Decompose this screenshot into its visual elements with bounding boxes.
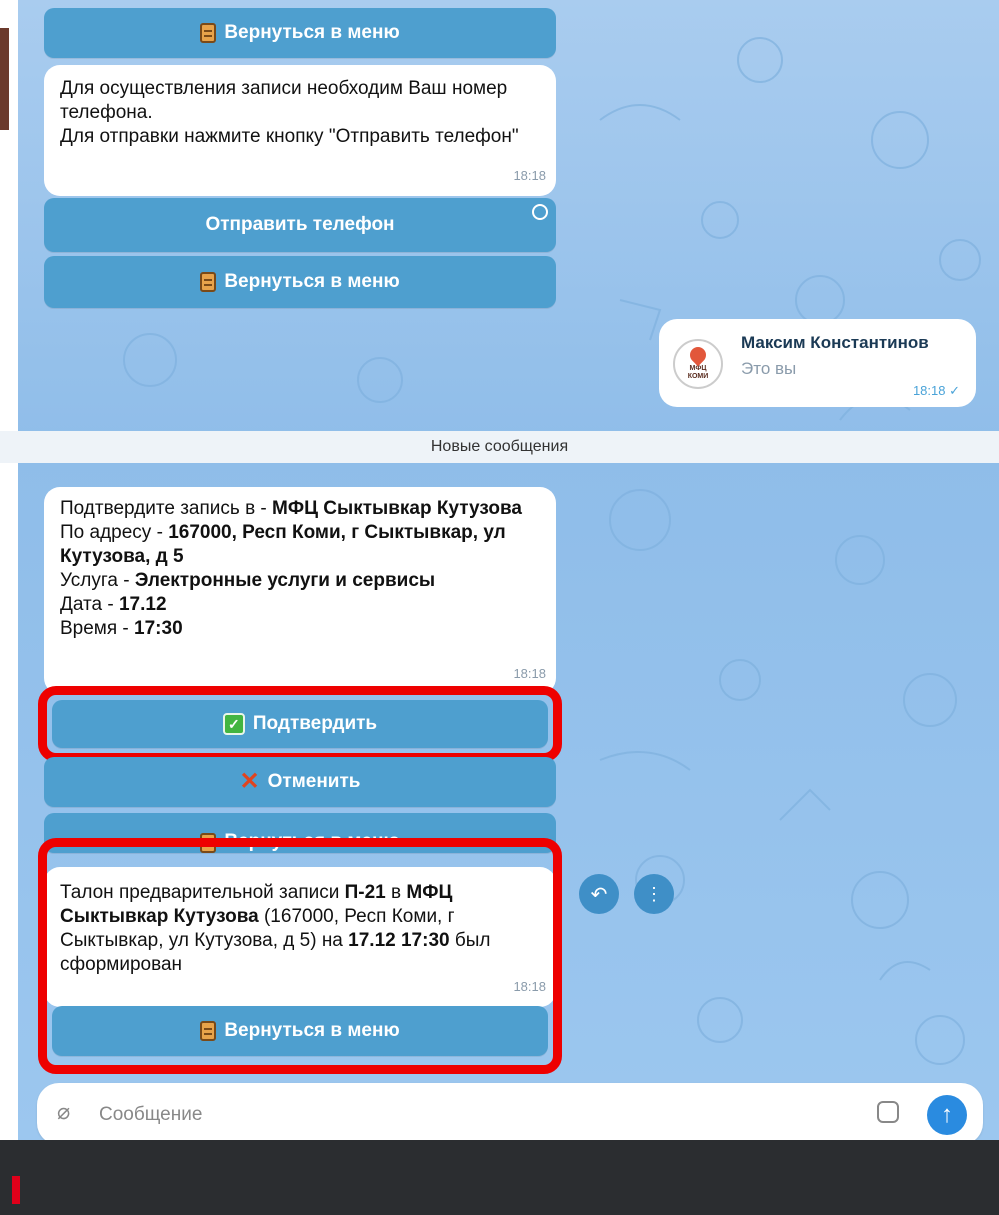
left-edge: [0, 0, 18, 1140]
message-input[interactable]: [97, 1097, 861, 1133]
taskbar: [0, 1140, 999, 1215]
shared-contact-message[interactable]: МФЦ КОМИ Максим Константинов Это вы 18:1…: [659, 319, 976, 407]
message-text: Для осуществления записи необходим Ваш н…: [60, 78, 519, 147]
cancel-button[interactable]: ✕ Отменить: [44, 757, 556, 807]
send-phone-button[interactable]: Отправить телефон: [44, 198, 556, 252]
highlight-frame-ticket: [38, 838, 562, 1074]
service-name: Электронные услуги и сервисы: [134, 570, 436, 591]
contact-name: Максим Константинов: [741, 333, 929, 352]
left-edge-marker: [0, 28, 9, 130]
chat-area: Вернуться в меню Для осуществления запис…: [0, 0, 999, 1140]
appointment-date: 17.12: [118, 594, 167, 615]
scroll-icon: [200, 23, 217, 43]
highlight-frame-confirm: [38, 686, 562, 762]
arrow-up-icon: ↑: [941, 1101, 953, 1128]
appointment-time: 17:30: [134, 618, 183, 639]
taskbar-marker: [12, 1176, 20, 1204]
contact-subtitle: Это вы: [741, 359, 797, 378]
contact-request-icon: [532, 204, 548, 220]
reply-icon: ↶: [590, 883, 608, 906]
scroll-icon: [200, 272, 217, 292]
office-name: МФЦ Сыктывкар Кутузова: [272, 498, 522, 519]
confirm-message: Подтвердите запись в - МФЦ Сыктывкар Кут…: [44, 487, 556, 694]
back-to-menu-button-top[interactable]: Вернуться в меню: [44, 8, 556, 58]
phone-request-message: Для осуществления записи необходим Ваш н…: [44, 65, 556, 196]
reply-button[interactable]: ↶: [579, 874, 619, 914]
message-time: 18:18: [513, 168, 546, 183]
back-to-menu-button[interactable]: Вернуться в меню: [44, 256, 556, 308]
location-pin-icon: [686, 343, 710, 367]
message-composer: ⌀ ↑: [37, 1083, 983, 1145]
avatar-label: МФЦ КОМИ: [687, 365, 709, 380]
send-button[interactable]: ↑: [927, 1095, 967, 1135]
more-options-button[interactable]: ⋮: [634, 874, 674, 914]
message-time: 18:18 ✓: [912, 383, 960, 398]
new-messages-divider: Новые сообщения: [0, 431, 999, 463]
message-time: 18:18: [513, 666, 546, 681]
cross-icon: ✕: [239, 768, 260, 795]
avatar: МФЦ КОМИ: [673, 339, 723, 389]
paperclip-icon[interactable]: ⌀: [57, 1099, 70, 1125]
sticker-icon[interactable]: [877, 1101, 899, 1123]
more-vertical-icon: ⋮: [645, 883, 663, 904]
